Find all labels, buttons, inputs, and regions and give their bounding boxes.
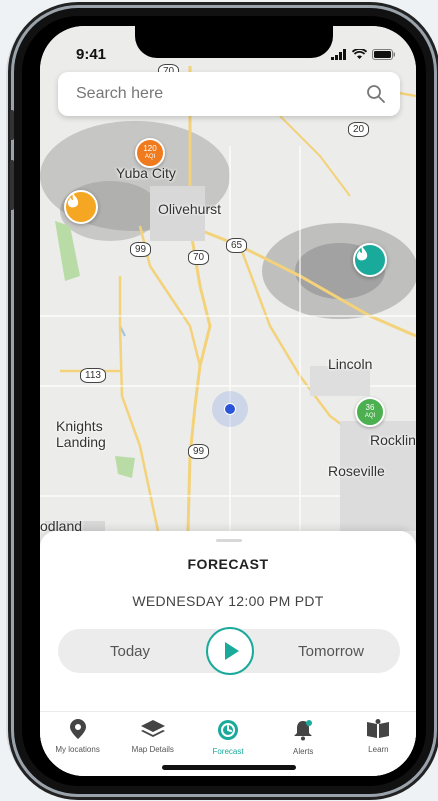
location-pin-icon	[69, 719, 86, 739]
forecast-datetime: WEDNESDAY 12:00 PM PDT	[132, 593, 324, 609]
tomorrow-option[interactable]: Tomorrow	[298, 643, 364, 660]
wifi-icon	[352, 49, 367, 59]
sheet-drag-handle[interactable]	[216, 539, 242, 542]
aqi-marker-36[interactable]: 36 AQI	[355, 397, 385, 427]
fire-marker-yuba[interactable]	[64, 190, 98, 224]
status-icons	[331, 46, 396, 60]
current-location-dot	[224, 403, 236, 415]
search-input[interactable]	[76, 85, 366, 103]
forecast-sheet[interactable]: FORECAST WEDNESDAY 12:00 PM PDT Today To…	[40, 531, 416, 776]
route-shield-99-a: 99	[130, 242, 152, 257]
day-timeline-toggle[interactable]: Today Tomorrow	[58, 627, 400, 675]
play-icon	[225, 642, 239, 660]
forecast-clock-icon	[218, 720, 238, 740]
home-indicator[interactable]	[162, 765, 296, 770]
mute-switch	[10, 110, 14, 140]
tab-learn[interactable]: Learn	[341, 712, 416, 759]
flame-icon	[356, 246, 368, 261]
signal-icon	[331, 49, 346, 60]
fire-marker-lincoln[interactable]	[353, 243, 387, 277]
tab-bar: My locations Map Details Forecast Alerts…	[40, 711, 416, 759]
tab-my-locations[interactable]: My locations	[40, 712, 115, 759]
screen: Yuba City Olivehurst Lincoln Knights Lan…	[40, 26, 416, 776]
map-city-olivehurst[interactable]: Olivehurst	[158, 201, 221, 217]
route-shield-70-mid: 70	[188, 250, 210, 265]
bell-icon	[294, 720, 313, 741]
notch	[135, 26, 333, 58]
tab-label: Map Details	[131, 745, 174, 754]
layers-icon	[140, 720, 165, 737]
route-shield-99-b: 99	[188, 444, 210, 459]
book-icon	[367, 719, 390, 738]
search-icon[interactable]	[366, 84, 386, 104]
aqi-value: 36	[365, 403, 375, 412]
map-city-roseville[interactable]: Roseville	[328, 463, 385, 479]
tab-forecast[interactable]: Forecast	[190, 712, 265, 759]
tab-map-details[interactable]: Map Details	[115, 712, 190, 759]
status-bar: 9:41	[40, 26, 416, 74]
route-shield-113: 113	[80, 368, 106, 383]
route-shield-20: 20	[348, 122, 370, 137]
map-city-landing[interactable]: Landing	[56, 434, 106, 450]
forecast-title: FORECAST	[187, 556, 269, 572]
play-forecast-button[interactable]	[206, 627, 254, 675]
tab-label: My locations	[55, 745, 100, 754]
status-time: 9:41	[76, 46, 107, 63]
map-city-knights[interactable]: Knights	[56, 418, 103, 434]
tab-alerts[interactable]: Alerts	[266, 712, 341, 759]
today-option[interactable]: Today	[110, 643, 150, 660]
volume-up-button	[10, 160, 14, 210]
tab-label: Learn	[368, 745, 389, 754]
map-city-lincoln[interactable]: Lincoln	[328, 356, 372, 372]
search-bar[interactable]	[58, 72, 400, 116]
current-location-marker[interactable]	[212, 391, 248, 427]
route-shield-65: 65	[226, 238, 248, 253]
battery-icon	[372, 49, 395, 60]
tab-label: Alerts	[292, 747, 314, 756]
flame-icon	[67, 193, 79, 208]
aqi-marker-120[interactable]: 120 AQI	[135, 138, 165, 168]
aqi-unit: AQI	[144, 154, 156, 160]
map-city-rocklin[interactable]: Rocklin	[370, 432, 416, 448]
aqi-value: 120	[143, 144, 157, 153]
tab-label: Forecast	[212, 747, 244, 756]
aqi-unit: AQI	[364, 413, 376, 419]
